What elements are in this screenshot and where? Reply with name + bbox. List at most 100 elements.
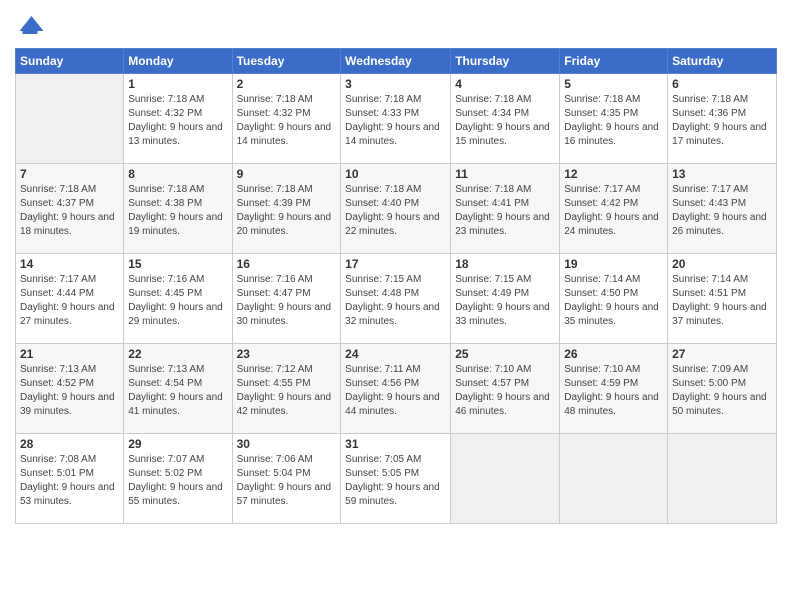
header (15, 10, 777, 40)
calendar-cell: 21 Sunrise: 7:13 AMSunset: 4:52 PMDayligh… (16, 344, 124, 434)
calendar-cell (16, 74, 124, 164)
day-number: 7 (20, 167, 119, 181)
day-number: 10 (345, 167, 446, 181)
day-number: 29 (128, 437, 227, 451)
day-info: Sunrise: 7:13 AMSunset: 4:52 PMDaylight:… (20, 363, 119, 419)
calendar-cell: 23 Sunrise: 7:12 AMSunset: 4:55 PMDayligh… (232, 344, 341, 434)
day-number: 13 (672, 167, 772, 181)
calendar-cell: 16 Sunrise: 7:16 AMSunset: 4:47 PMDayligh… (232, 254, 341, 344)
day-number: 4 (455, 77, 555, 91)
day-header: Tuesday (232, 49, 341, 74)
day-number: 6 (672, 77, 772, 91)
day-number: 30 (237, 437, 337, 451)
calendar-cell: 1 Sunrise: 7:18 AMSunset: 4:32 PMDaylight… (124, 74, 232, 164)
day-header: Monday (124, 49, 232, 74)
calendar-cell: 19 Sunrise: 7:14 AMSunset: 4:50 PMDayligh… (560, 254, 668, 344)
calendar-cell: 27 Sunrise: 7:09 AMSunset: 5:00 PMDayligh… (668, 344, 777, 434)
day-number: 21 (20, 347, 119, 361)
day-header: Wednesday (341, 49, 451, 74)
day-info: Sunrise: 7:18 AMSunset: 4:33 PMDaylight:… (345, 93, 446, 149)
day-info: Sunrise: 7:06 AMSunset: 5:04 PMDaylight:… (237, 453, 337, 509)
day-info: Sunrise: 7:14 AMSunset: 4:50 PMDaylight:… (564, 273, 663, 329)
calendar-cell: 30 Sunrise: 7:06 AMSunset: 5:04 PMDayligh… (232, 434, 341, 524)
page-container: SundayMondayTuesdayWednesdayThursdayFrid… (0, 0, 792, 612)
day-info: Sunrise: 7:09 AMSunset: 5:00 PMDaylight:… (672, 363, 772, 419)
day-info: Sunrise: 7:05 AMSunset: 5:05 PMDaylight:… (345, 453, 446, 509)
calendar-cell: 4 Sunrise: 7:18 AMSunset: 4:34 PMDaylight… (451, 74, 560, 164)
day-number: 15 (128, 257, 227, 271)
calendar-cell (451, 434, 560, 524)
calendar-cell: 17Sunrise: 7:15 AMSunset: 4:48 PMDayligh… (341, 254, 451, 344)
day-info: Sunrise: 7:16 AMSunset: 4:47 PMDaylight:… (237, 273, 337, 329)
calendar-cell: 29 Sunrise: 7:07 AMSunset: 5:02 PMDayligh… (124, 434, 232, 524)
day-number: 12 (564, 167, 663, 181)
day-info: Sunrise: 7:18 AMSunset: 4:32 PMDaylight:… (128, 93, 227, 149)
day-header: Thursday (451, 49, 560, 74)
day-info: Sunrise: 7:15 AMSunset: 4:49 PMDaylight:… (455, 273, 555, 329)
calendar-cell: 11Sunrise: 7:18 AMSunset: 4:41 PMDayligh… (451, 164, 560, 254)
calendar-cell: 8 Sunrise: 7:18 AMSunset: 4:38 PMDaylight… (124, 164, 232, 254)
day-info: Sunrise: 7:13 AMSunset: 4:54 PMDaylight:… (128, 363, 227, 419)
day-number: 2 (237, 77, 337, 91)
day-info: Sunrise: 7:18 AMSunset: 4:38 PMDaylight:… (128, 183, 227, 239)
logo-icon (15, 10, 45, 40)
calendar-cell: 28 Sunrise: 7:08 AMSunset: 5:01 PMDayligh… (16, 434, 124, 524)
day-number: 5 (564, 77, 663, 91)
day-header: Sunday (16, 49, 124, 74)
calendar-cell (560, 434, 668, 524)
day-info: Sunrise: 7:18 AMSunset: 4:39 PMDaylight:… (237, 183, 337, 239)
day-info: Sunrise: 7:08 AMSunset: 5:01 PMDaylight:… (20, 453, 119, 509)
day-number: 20 (672, 257, 772, 271)
day-number: 22 (128, 347, 227, 361)
day-info: Sunrise: 7:18 AMSunset: 4:36 PMDaylight:… (672, 93, 772, 149)
day-number: 23 (237, 347, 337, 361)
day-header: Friday (560, 49, 668, 74)
day-number: 8 (128, 167, 227, 181)
calendar: SundayMondayTuesdayWednesdayThursdayFrid… (15, 48, 777, 524)
calendar-cell: 22 Sunrise: 7:13 AMSunset: 4:54 PMDayligh… (124, 344, 232, 434)
day-info: Sunrise: 7:07 AMSunset: 5:02 PMDaylight:… (128, 453, 227, 509)
calendar-cell: 3Sunrise: 7:18 AMSunset: 4:33 PMDaylight… (341, 74, 451, 164)
day-info: Sunrise: 7:10 AMSunset: 4:59 PMDaylight:… (564, 363, 663, 419)
day-info: Sunrise: 7:10 AMSunset: 4:57 PMDaylight:… (455, 363, 555, 419)
day-number: 26 (564, 347, 663, 361)
day-number: 19 (564, 257, 663, 271)
calendar-cell (668, 434, 777, 524)
day-number: 14 (20, 257, 119, 271)
calendar-cell: 13 Sunrise: 7:17 AMSunset: 4:43 PMDayligh… (668, 164, 777, 254)
day-number: 24 (345, 347, 446, 361)
day-number: 11 (455, 167, 555, 181)
calendar-cell: 5Sunrise: 7:18 AMSunset: 4:35 PMDaylight… (560, 74, 668, 164)
day-number: 31 (345, 437, 446, 451)
day-number: 27 (672, 347, 772, 361)
calendar-cell: 18 Sunrise: 7:15 AMSunset: 4:49 PMDayligh… (451, 254, 560, 344)
day-number: 25 (455, 347, 555, 361)
day-number: 28 (20, 437, 119, 451)
day-info: Sunrise: 7:18 AMSunset: 4:34 PMDaylight:… (455, 93, 555, 149)
day-info: Sunrise: 7:12 AMSunset: 4:55 PMDaylight:… (237, 363, 337, 419)
day-header: Saturday (668, 49, 777, 74)
calendar-cell: 14 Sunrise: 7:17 AMSunset: 4:44 PMDayligh… (16, 254, 124, 344)
calendar-cell: 20 Sunrise: 7:14 AMSunset: 4:51 PMDayligh… (668, 254, 777, 344)
day-info: Sunrise: 7:17 AMSunset: 4:44 PMDaylight:… (20, 273, 119, 329)
calendar-cell: 24 Sunrise: 7:11 AMSunset: 4:56 PMDayligh… (341, 344, 451, 434)
day-info: Sunrise: 7:17 AMSunset: 4:42 PMDaylight:… (564, 183, 663, 239)
calendar-cell: 9Sunrise: 7:18 AMSunset: 4:39 PMDaylight… (232, 164, 341, 254)
day-info: Sunrise: 7:15 AMSunset: 4:48 PMDaylight:… (345, 273, 446, 329)
day-info: Sunrise: 7:18 AMSunset: 4:32 PMDaylight:… (237, 93, 337, 149)
day-number: 1 (128, 77, 227, 91)
day-info: Sunrise: 7:14 AMSunset: 4:51 PMDaylight:… (672, 273, 772, 329)
day-number: 18 (455, 257, 555, 271)
calendar-cell: 12 Sunrise: 7:17 AMSunset: 4:42 PMDayligh… (560, 164, 668, 254)
day-info: Sunrise: 7:17 AMSunset: 4:43 PMDaylight:… (672, 183, 772, 239)
day-info: Sunrise: 7:11 AMSunset: 4:56 PMDaylight:… (345, 363, 446, 419)
calendar-cell: 7 Sunrise: 7:18 AMSunset: 4:37 PMDaylight… (16, 164, 124, 254)
day-info: Sunrise: 7:16 AMSunset: 4:45 PMDaylight:… (128, 273, 227, 329)
calendar-cell: 2 Sunrise: 7:18 AMSunset: 4:32 PMDaylight… (232, 74, 341, 164)
calendar-cell: 25 Sunrise: 7:10 AMSunset: 4:57 PMDayligh… (451, 344, 560, 434)
day-info: Sunrise: 7:18 AMSunset: 4:37 PMDaylight:… (20, 183, 119, 239)
calendar-cell: 31 Sunrise: 7:05 AMSunset: 5:05 PMDayligh… (341, 434, 451, 524)
calendar-cell: 10 Sunrise: 7:18 AMSunset: 4:40 PMDayligh… (341, 164, 451, 254)
day-info: Sunrise: 7:18 AMSunset: 4:40 PMDaylight:… (345, 183, 446, 239)
day-number: 16 (237, 257, 337, 271)
